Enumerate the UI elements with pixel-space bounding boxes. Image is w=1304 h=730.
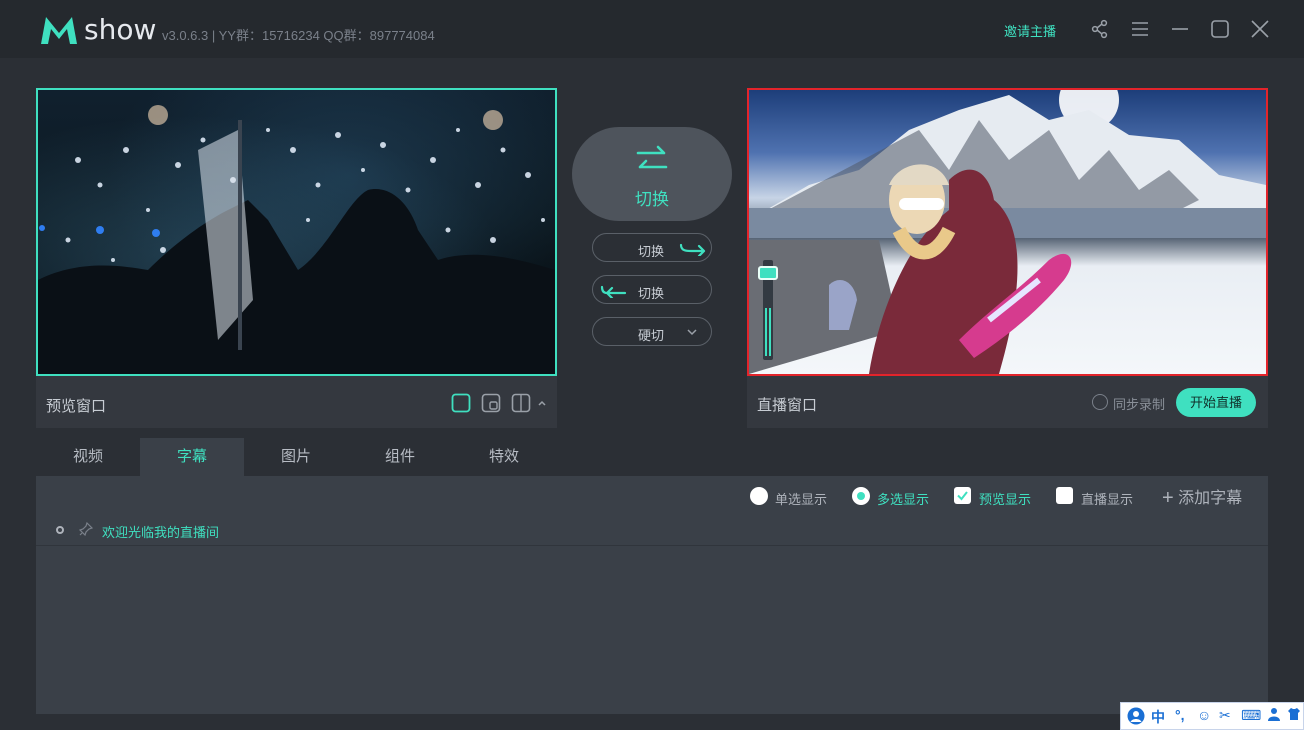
switch-main-label: 切换: [635, 190, 669, 209]
layout-split-icon[interactable]: [511, 393, 531, 413]
live-window-label: 直播窗口: [757, 397, 818, 414]
ime-user-icon[interactable]: [1267, 707, 1281, 724]
ime-emoji-icon[interactable]: ☺: [1197, 707, 1211, 723]
switch-main-button[interactable]: 切换: [572, 127, 732, 221]
switch-to-preview-button[interactable]: 切换: [592, 275, 712, 304]
ime-toolbar: 中 °, ☺ ✂ ⌨: [1120, 702, 1304, 730]
live-toolbar: 直播窗口 同步录制 开始直播: [747, 376, 1268, 428]
live-display-checkbox[interactable]: [1056, 487, 1073, 504]
maximize-icon[interactable]: [1209, 18, 1231, 40]
plus-icon: +: [1162, 487, 1174, 509]
arrow-left-icon: [600, 285, 627, 298]
tab-widget[interactable]: 组件: [348, 438, 452, 476]
add-subtitle-button[interactable]: + 添加字幕: [1162, 484, 1242, 509]
ime-keyboard-icon[interactable]: ⌨: [1241, 707, 1261, 724]
ime-punctuation[interactable]: °,: [1175, 707, 1185, 723]
hard-cut-label: 硬切: [638, 328, 665, 343]
subtitle-panel: 单选显示 多选显示 预览显示 直播显示 + 添加字幕 欢迎光临我的直播间: [36, 476, 1268, 714]
hard-cut-dropdown[interactable]: 硬切: [592, 317, 712, 346]
ime-skin-icon[interactable]: [1287, 707, 1301, 724]
preview-video[interactable]: [36, 88, 557, 376]
minimize-icon[interactable]: [1169, 18, 1191, 40]
ime-logo-icon[interactable]: [1127, 707, 1145, 728]
multi-display-radio[interactable]: [852, 487, 870, 505]
start-live-button[interactable]: 开始直播: [1176, 388, 1256, 417]
snowboarder-image: [749, 90, 1266, 374]
chevron-down-icon: [687, 329, 697, 336]
tab-image[interactable]: 图片: [244, 438, 348, 476]
preview-display-label: 预览显示: [979, 492, 1032, 507]
ime-chinese-mode[interactable]: 中: [1151, 707, 1165, 727]
pin-icon[interactable]: [79, 522, 93, 536]
volume-level-left: [765, 308, 767, 356]
sync-record-label: 同步录制: [1113, 397, 1166, 412]
version-info: v3.0.6.3 | YY群：15716234 QQ群：897774084: [162, 28, 435, 43]
share-icon[interactable]: [1089, 18, 1111, 40]
live-display-label: 直播显示: [1081, 492, 1134, 507]
single-display-radio[interactable]: [750, 487, 768, 505]
sync-record-radio[interactable]: [1092, 394, 1108, 410]
live-video[interactable]: [747, 88, 1268, 376]
subtitle-list-item[interactable]: 欢迎光临我的直播间: [36, 514, 1268, 546]
multi-display-label: 多选显示: [877, 492, 930, 507]
volume-slider-handle[interactable]: [758, 266, 778, 280]
preview-toolbar: 预览窗口: [36, 376, 557, 428]
add-subtitle-label: 添加字幕: [1178, 490, 1243, 507]
app-logo-text: show: [84, 13, 157, 46]
layout-pip-icon[interactable]: [481, 393, 501, 413]
subtitle-text: 欢迎光临我的直播间: [102, 525, 220, 540]
volume-level-right: [769, 308, 771, 356]
switch-to-preview-label: 切换: [638, 286, 665, 301]
menu-icon[interactable]: [1129, 18, 1151, 40]
tab-effects[interactable]: 特效: [452, 438, 556, 476]
single-display-label: 单选显示: [775, 492, 828, 507]
swap-arrows-icon: [636, 145, 668, 169]
subtitle-status-dot: [56, 526, 64, 534]
invite-host-link[interactable]: 邀请主播: [1004, 21, 1056, 40]
chevron-up-icon[interactable]: [536, 393, 548, 413]
layout-single-icon[interactable]: [451, 393, 471, 413]
close-icon[interactable]: [1249, 18, 1271, 40]
switch-to-live-button[interactable]: 切换: [592, 233, 712, 262]
preview-window-label: 预览窗口: [46, 398, 107, 415]
switch-to-live-label: 切换: [638, 244, 665, 259]
concert-crowd-image: [38, 90, 555, 374]
mshow-logo-icon: [41, 17, 77, 44]
title-bar: show v3.0.6.3 | YY群：15716234 QQ群：8977740…: [0, 0, 1304, 58]
arrow-right-icon: [679, 243, 706, 256]
ime-scissors-icon[interactable]: ✂: [1219, 707, 1231, 724]
preview-display-checkbox[interactable]: [954, 487, 971, 504]
tab-video[interactable]: 视频: [36, 438, 140, 476]
tab-subtitle[interactable]: 字幕: [140, 438, 244, 476]
